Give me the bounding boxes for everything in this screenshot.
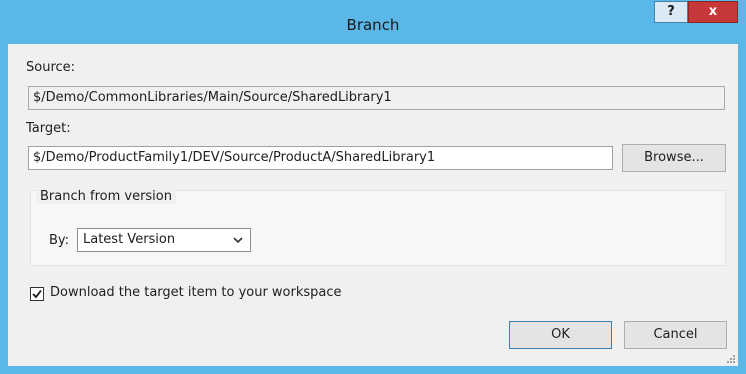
target-label: Target: (26, 121, 71, 136)
dialog-title: Branch (346, 16, 400, 34)
cancel-button[interactable]: Cancel (624, 321, 727, 349)
download-checkbox[interactable] (30, 287, 44, 301)
source-path-field[interactable]: $/Demo/CommonLibraries/Main/Source/Share… (28, 86, 725, 110)
close-button[interactable]: x (688, 1, 738, 23)
version-type-select[interactable]: Latest Version (77, 228, 251, 252)
browse-button[interactable]: Browse... (622, 144, 726, 172)
branch-from-version-legend: Branch from version (36, 189, 176, 204)
by-label: By: (49, 233, 70, 248)
title-bar[interactable]: Branch ? x (0, 0, 746, 44)
dialog-body: Source: $/Demo/CommonLibraries/Main/Sour… (8, 44, 738, 366)
checkmark-icon (32, 289, 42, 299)
branch-dialog: Branch ? x Source: $/Demo/CommonLibrarie… (0, 0, 746, 374)
version-type-value: Latest Version (83, 232, 176, 247)
help-button[interactable]: ? (654, 1, 688, 23)
resize-grip-icon[interactable] (726, 354, 736, 364)
download-checkbox-label[interactable]: Download the target item to your workspa… (50, 285, 342, 300)
chevron-down-icon (233, 237, 243, 244)
source-label: Source: (26, 60, 76, 75)
target-path-input[interactable]: $/Demo/ProductFamily1/DEV/Source/Product… (28, 146, 613, 170)
ok-button[interactable]: OK (509, 321, 612, 349)
